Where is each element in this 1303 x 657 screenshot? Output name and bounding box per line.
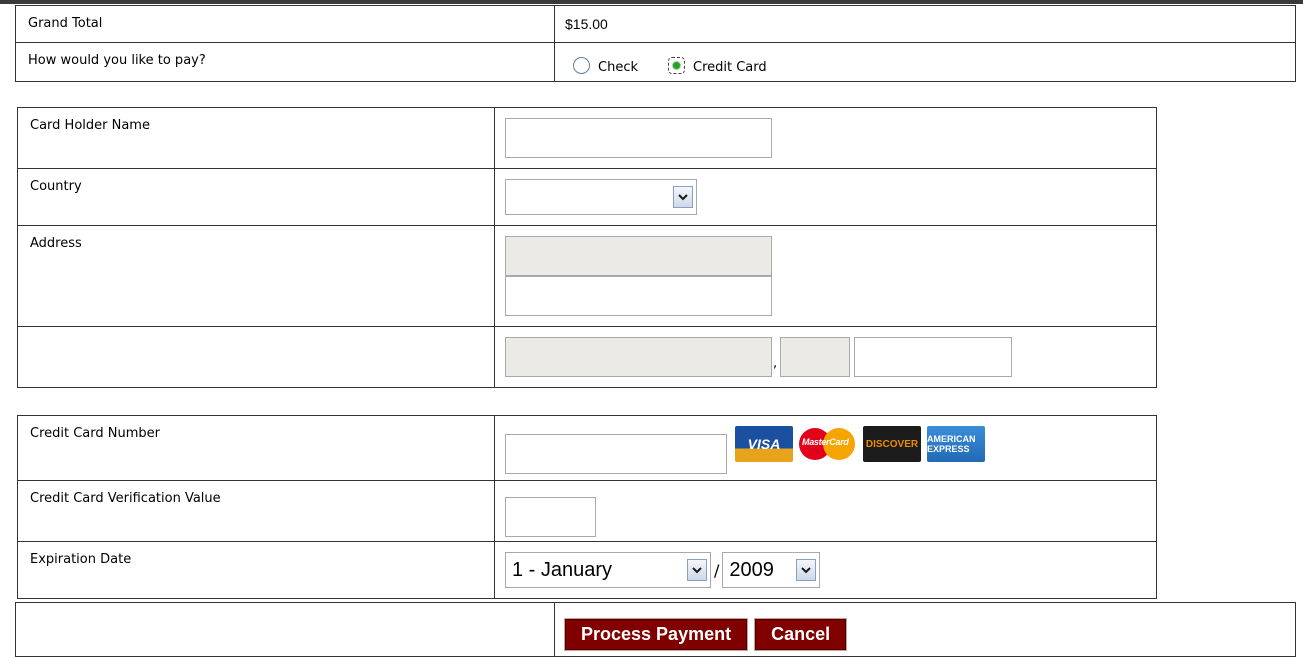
chevron-down-icon[interactable] xyxy=(796,559,817,581)
cvv-label: Credit Card Verification Value xyxy=(30,491,221,506)
radio-check[interactable] xyxy=(573,57,590,74)
discover-logo: DISCOVER xyxy=(863,426,921,462)
payment-method-row: How would you like to pay? Check Credit … xyxy=(15,42,1296,82)
expiration-month-select[interactable]: 1 - January xyxy=(505,552,711,588)
grand-total-row: Grand Total $15.00 xyxy=(15,5,1296,43)
zip-input[interactable] xyxy=(854,337,1013,377)
cancel-button[interactable]: Cancel xyxy=(754,618,848,651)
payment-method-label: How would you like to pay? xyxy=(28,53,206,68)
city-separator: , xyxy=(773,356,778,371)
address-line1-input[interactable] xyxy=(505,236,772,276)
expiration-label: Expiration Date xyxy=(30,552,132,567)
mastercard-logo: MasterCard xyxy=(799,426,857,462)
address-row: Address xyxy=(17,225,1157,327)
card-logos: VISA MasterCard DISCOVER AMERICAN EXPRES… xyxy=(735,426,991,462)
actions-row: Process Payment Cancel xyxy=(15,602,1296,657)
date-separator: / xyxy=(714,560,720,580)
card-holder-label: Card Holder Name xyxy=(30,118,150,133)
amex-logo: AMERICAN EXPRESS xyxy=(927,426,985,462)
card-details-table: Credit Card Number VISA MasterCard DISCO… xyxy=(17,415,1157,599)
process-payment-button[interactable]: Process Payment xyxy=(563,618,749,651)
card-number-label: Credit Card Number xyxy=(30,426,160,441)
state-input[interactable] xyxy=(780,337,851,377)
top-rule xyxy=(0,0,1303,4)
order-summary-table: Grand Total $15.00 How would you like to… xyxy=(15,5,1296,82)
radio-check-label[interactable]: Check xyxy=(598,60,638,75)
billing-table: Card Holder Name Country Address , xyxy=(17,107,1157,388)
payment-method-radios: Check Credit Card xyxy=(555,43,1295,75)
grand-total-label: Grand Total xyxy=(28,16,103,31)
country-select[interactable] xyxy=(505,179,697,215)
city-state-zip-row: , xyxy=(17,326,1157,388)
expiration-year-select[interactable]: 2009 xyxy=(722,552,821,588)
expiration-year-value: 2009 xyxy=(729,558,774,581)
expiration-month-value: 1 - January xyxy=(512,558,613,581)
actions-table: Process Payment Cancel xyxy=(15,602,1296,657)
expiration-row: Expiration Date 1 - January / 2009 xyxy=(17,541,1157,599)
card-number-row: Credit Card Number VISA MasterCard DISCO… xyxy=(17,415,1157,481)
card-holder-input[interactable] xyxy=(505,118,772,158)
country-label: Country xyxy=(30,179,82,194)
country-row: Country xyxy=(17,168,1157,226)
grand-total-value: $15.00 xyxy=(565,16,608,32)
radio-credit-card-label[interactable]: Credit Card xyxy=(693,60,767,75)
address-line2-input[interactable] xyxy=(505,276,772,316)
chevron-down-icon[interactable] xyxy=(687,559,707,581)
card-number-input[interactable] xyxy=(505,434,727,474)
address-label: Address xyxy=(30,236,82,251)
radio-credit-card[interactable] xyxy=(668,57,685,74)
card-holder-row: Card Holder Name xyxy=(17,107,1157,169)
chevron-down-icon[interactable] xyxy=(673,186,693,208)
cvv-row: Credit Card Verification Value xyxy=(17,480,1157,542)
city-input[interactable] xyxy=(505,337,772,377)
cvv-input[interactable] xyxy=(505,497,596,537)
city-label xyxy=(18,327,494,337)
visa-logo: VISA xyxy=(735,426,793,462)
